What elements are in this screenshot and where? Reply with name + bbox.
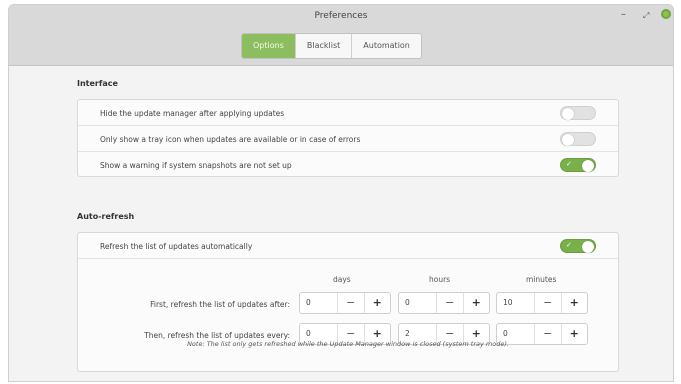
increment-button[interactable]: +: [562, 293, 588, 313]
days-unit-label: days: [333, 275, 351, 284]
titlebar: Preferences – ⤢ Options Blacklist Automa…: [9, 5, 673, 66]
close-icon[interactable]: [661, 9, 671, 19]
tab-blacklist[interactable]: Blacklist: [294, 34, 351, 58]
switch-knob: [562, 134, 574, 146]
setting-row-hide-manager: Hide the update manager after applying u…: [78, 100, 618, 125]
increment-button[interactable]: +: [365, 293, 391, 313]
first-hours-value[interactable]: 0: [399, 293, 437, 313]
decrement-button[interactable]: −: [437, 293, 464, 313]
auto-refresh-note: Note: The list only gets refreshed while…: [187, 340, 509, 348]
switch-on-icon: ✓: [566, 241, 572, 249]
first-minutes-stepper[interactable]: 10 − +: [496, 292, 588, 314]
then-refresh-label: Then, refresh the list of updates every:: [144, 331, 290, 340]
first-days-value[interactable]: 0: [300, 293, 338, 313]
switch-on-icon: ✓: [566, 160, 572, 168]
hours-unit-label: hours: [429, 275, 451, 284]
first-days-stepper[interactable]: 0 − +: [299, 292, 391, 314]
tab-automation[interactable]: Automation: [351, 34, 421, 58]
window-title: Preferences: [314, 11, 368, 21]
minimize-icon[interactable]: –: [621, 10, 626, 20]
auto-refresh-panel: Refresh the list of updates automaticall…: [77, 232, 619, 372]
tray-icon-toggle[interactable]: ✕: [560, 132, 596, 146]
increment-button[interactable]: +: [464, 293, 490, 313]
tab-bar: Options Blacklist Automation: [241, 33, 422, 59]
switch-knob: [562, 108, 574, 120]
tab-options[interactable]: Options: [242, 34, 295, 58]
switch-knob: [582, 241, 594, 253]
minutes-unit-label: minutes: [526, 275, 557, 284]
auto-refresh-heading: Auto-refresh: [77, 212, 135, 221]
setting-label: Refresh the list of updates automaticall…: [100, 242, 253, 251]
first-hours-stepper[interactable]: 0 − +: [398, 292, 490, 314]
setting-label: Show a warning if system snapshots are n…: [100, 161, 292, 170]
hide-manager-toggle[interactable]: ✕: [560, 106, 596, 120]
interface-panel: Hide the update manager after applying u…: [77, 99, 619, 177]
setting-label: Only show a tray icon when updates are a…: [100, 135, 361, 144]
setting-row-snapshot-warning: Show a warning if system snapshots are n…: [78, 151, 618, 177]
maximize-icon[interactable]: ⤢: [643, 11, 649, 21]
switch-knob: [582, 160, 594, 172]
interface-heading: Interface: [77, 79, 118, 88]
first-minutes-value[interactable]: 10: [497, 293, 535, 313]
preferences-window: Preferences – ⤢ Options Blacklist Automa…: [8, 4, 674, 382]
decrement-button[interactable]: −: [535, 293, 562, 313]
first-refresh-label: First, refresh the list of updates after…: [150, 300, 290, 309]
setting-row-tray-icon: Only show a tray icon when updates are a…: [78, 125, 618, 151]
snapshot-warning-toggle[interactable]: ✓: [560, 158, 596, 172]
auto-refresh-toggle[interactable]: ✓: [560, 239, 596, 253]
setting-row-auto-refresh: Refresh the list of updates automaticall…: [78, 233, 618, 259]
setting-label: Hide the update manager after applying u…: [100, 109, 285, 118]
decrement-button[interactable]: −: [338, 293, 365, 313]
